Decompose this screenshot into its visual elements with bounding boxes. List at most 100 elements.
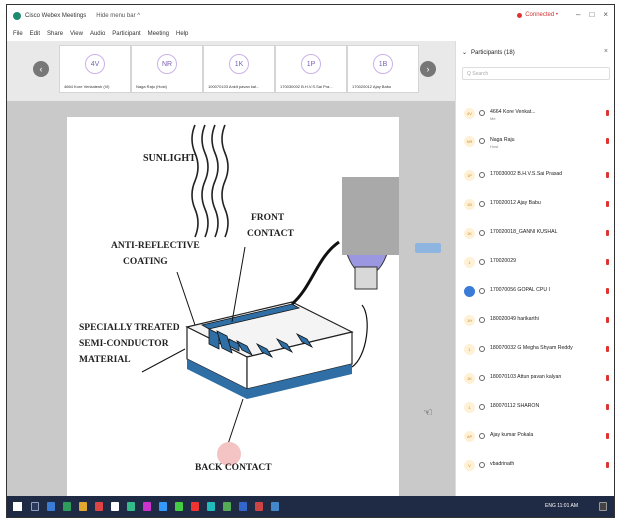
participants-header[interactable]: ⌄ Participants (18): [462, 49, 515, 57]
taskview-icon[interactable]: [47, 502, 55, 511]
thumbnail-avatar: 4V: [85, 54, 105, 74]
maximize-button[interactable]: □: [589, 10, 594, 19]
menu-share[interactable]: Share: [47, 31, 63, 37]
app-icon[interactable]: [255, 502, 263, 511]
app-icon[interactable]: [159, 502, 167, 511]
label-front-1: FRONT: [251, 213, 285, 223]
windows-taskbar: ENG 11:01 AM: [7, 496, 614, 517]
app-icon[interactable]: [63, 502, 71, 511]
video-status-icon: [479, 201, 485, 207]
thumbnail-tile[interactable]: 4V 4664 Kore Venkatesh (Vi): [59, 45, 131, 93]
participant-row[interactable]: 4V 4664 Kore Venkat... Me: [456, 105, 614, 123]
thumbnail-name: 4664 Kore Venkatesh (Vi): [64, 84, 110, 89]
participant-row[interactable]: V vbadrinath: [456, 457, 614, 475]
front-wire: [291, 240, 340, 306]
participant-row[interactable]: 1 170020029: [456, 254, 614, 272]
mic-muted-icon[interactable]: [606, 138, 609, 144]
participant-name: Ajay kumar Pokala: [490, 432, 534, 438]
panel-close-icon[interactable]: ×: [604, 48, 608, 55]
video-status-icon: [479, 404, 485, 410]
participant-row[interactable]: 1 180070032 G Megha Shyam Reddy: [456, 341, 614, 359]
minimize-button[interactable]: –: [576, 10, 580, 19]
strip-next-button[interactable]: ›: [420, 61, 436, 77]
video-status-icon: [479, 375, 485, 381]
thumbnail-name: Naga Raju (Host): [136, 84, 167, 89]
label-semi-1: SPECIALLY TREATED: [79, 323, 180, 333]
participant-row[interactable]: 1B 170020012 Ajay Babu: [456, 196, 614, 214]
windows-start-icon[interactable]: [13, 502, 22, 511]
menu-meeting[interactable]: Meeting: [148, 31, 169, 37]
thumbnail-avatar: 1B: [373, 54, 393, 74]
participant-row[interactable]: 1K 180070103 Attun pavan kalyan: [456, 370, 614, 388]
mic-muted-icon[interactable]: [606, 346, 609, 352]
participant-row[interactable]: 1K 170020018_GANNI KUSHAL: [456, 225, 614, 243]
video-status-icon: [479, 433, 485, 439]
search-icon[interactable]: [31, 502, 39, 511]
app-icon[interactable]: [207, 502, 215, 511]
mic-muted-icon[interactable]: [606, 110, 609, 116]
app-icon[interactable]: [223, 502, 231, 511]
participant-name: 4664 Kore Venkat...: [490, 109, 536, 115]
video-status-icon: [479, 230, 485, 236]
video-status-icon: [479, 462, 485, 468]
participant-row[interactable]: AP Ajay kumar Pokala: [456, 428, 614, 446]
mic-muted-icon[interactable]: [606, 317, 609, 323]
back-wire: [351, 304, 368, 368]
video-status-icon: [479, 172, 485, 178]
mic-muted-icon[interactable]: [606, 433, 609, 439]
mic-muted-icon[interactable]: [606, 404, 609, 410]
participant-name: 170030002 B.H.V.S.Sai Prasad: [490, 171, 563, 177]
mic-muted-icon[interactable]: [606, 462, 609, 468]
participant-row[interactable]: 1P 170030002 B.H.V.S.Sai Prasad: [456, 167, 614, 185]
app-icon[interactable]: [143, 502, 151, 511]
mic-muted-icon[interactable]: [606, 375, 609, 381]
mic-muted-icon[interactable]: [606, 259, 609, 265]
label-semi-2: SEMI-CONDUCTOR: [79, 339, 169, 349]
hide-menu-button[interactable]: Hide menu bar ^: [96, 13, 140, 19]
participant-avatar: 1K: [464, 228, 475, 239]
app-icon[interactable]: [271, 502, 279, 511]
label-front-2: CONTACT: [247, 229, 294, 239]
mic-muted-icon[interactable]: [606, 201, 609, 207]
system-clock[interactable]: ENG 11:01 AM: [545, 503, 578, 509]
participant-avatar: 4V: [464, 108, 475, 119]
thumbnail-tile[interactable]: 1B 170020012 Ajay Babu: [347, 45, 419, 93]
app-icon[interactable]: [175, 502, 183, 511]
participant-name: 170020012 Ajay Babu: [490, 200, 541, 206]
anti-reflective-leader: [176, 271, 196, 326]
mic-muted-icon[interactable]: [606, 288, 609, 294]
menu-file[interactable]: File: [13, 31, 23, 37]
thumbnail-tile[interactable]: 1K 100070103 Ankit pavan kal...: [203, 45, 275, 93]
app-icon[interactable]: [95, 502, 103, 511]
thumbnail-name: 170030002 B.H.V.S.Sai Pra...: [280, 84, 333, 89]
participant-row[interactable]: 170070056 GOPAL CPU I: [456, 283, 614, 301]
webex-taskbar-icon[interactable]: [239, 502, 247, 511]
mic-muted-icon[interactable]: [606, 172, 609, 178]
menu-audio[interactable]: Audio: [90, 31, 105, 37]
mic-muted-icon[interactable]: [606, 230, 609, 236]
app-icon[interactable]: [127, 502, 135, 511]
participant-search-input[interactable]: Q Search: [462, 67, 610, 80]
participant-avatar: 1: [464, 344, 475, 355]
folder-icon[interactable]: [79, 502, 87, 511]
app-icon[interactable]: [191, 502, 199, 511]
close-button[interactable]: ×: [603, 10, 608, 19]
thumbnail-tile[interactable]: NR Naga Raju (Host): [131, 45, 203, 93]
menu-participant[interactable]: Participant: [112, 31, 140, 37]
thumbnail-tile[interactable]: 1P 170030002 B.H.V.S.Sai Pra...: [275, 45, 347, 93]
menu-edit[interactable]: Edit: [30, 31, 40, 37]
participant-row[interactable]: 1 180070112 SHARON: [456, 399, 614, 417]
connection-status[interactable]: Connected •: [517, 12, 558, 18]
strip-prev-button[interactable]: ‹: [33, 61, 49, 77]
menu-view[interactable]: View: [70, 31, 83, 37]
notification-icon[interactable]: [599, 502, 607, 511]
menu-help[interactable]: Help: [176, 31, 188, 37]
label-back-contact: BACK CONTACT: [195, 463, 272, 473]
shared-content-area: SUNLIGHT FRONT CONTACT ANTI-REFLECTIVE C…: [7, 101, 455, 496]
participant-row[interactable]: NR Naga Raju Host: [456, 133, 614, 151]
participant-row[interactable]: 1H 180020049 harikarthi: [456, 312, 614, 330]
solar-cell-slide: SUNLIGHT FRONT CONTACT ANTI-REFLECTIVE C…: [67, 117, 417, 496]
status-dot-icon: [517, 12, 523, 18]
app-icon[interactable]: [111, 502, 119, 511]
annotation-tag[interactable]: [415, 243, 441, 253]
